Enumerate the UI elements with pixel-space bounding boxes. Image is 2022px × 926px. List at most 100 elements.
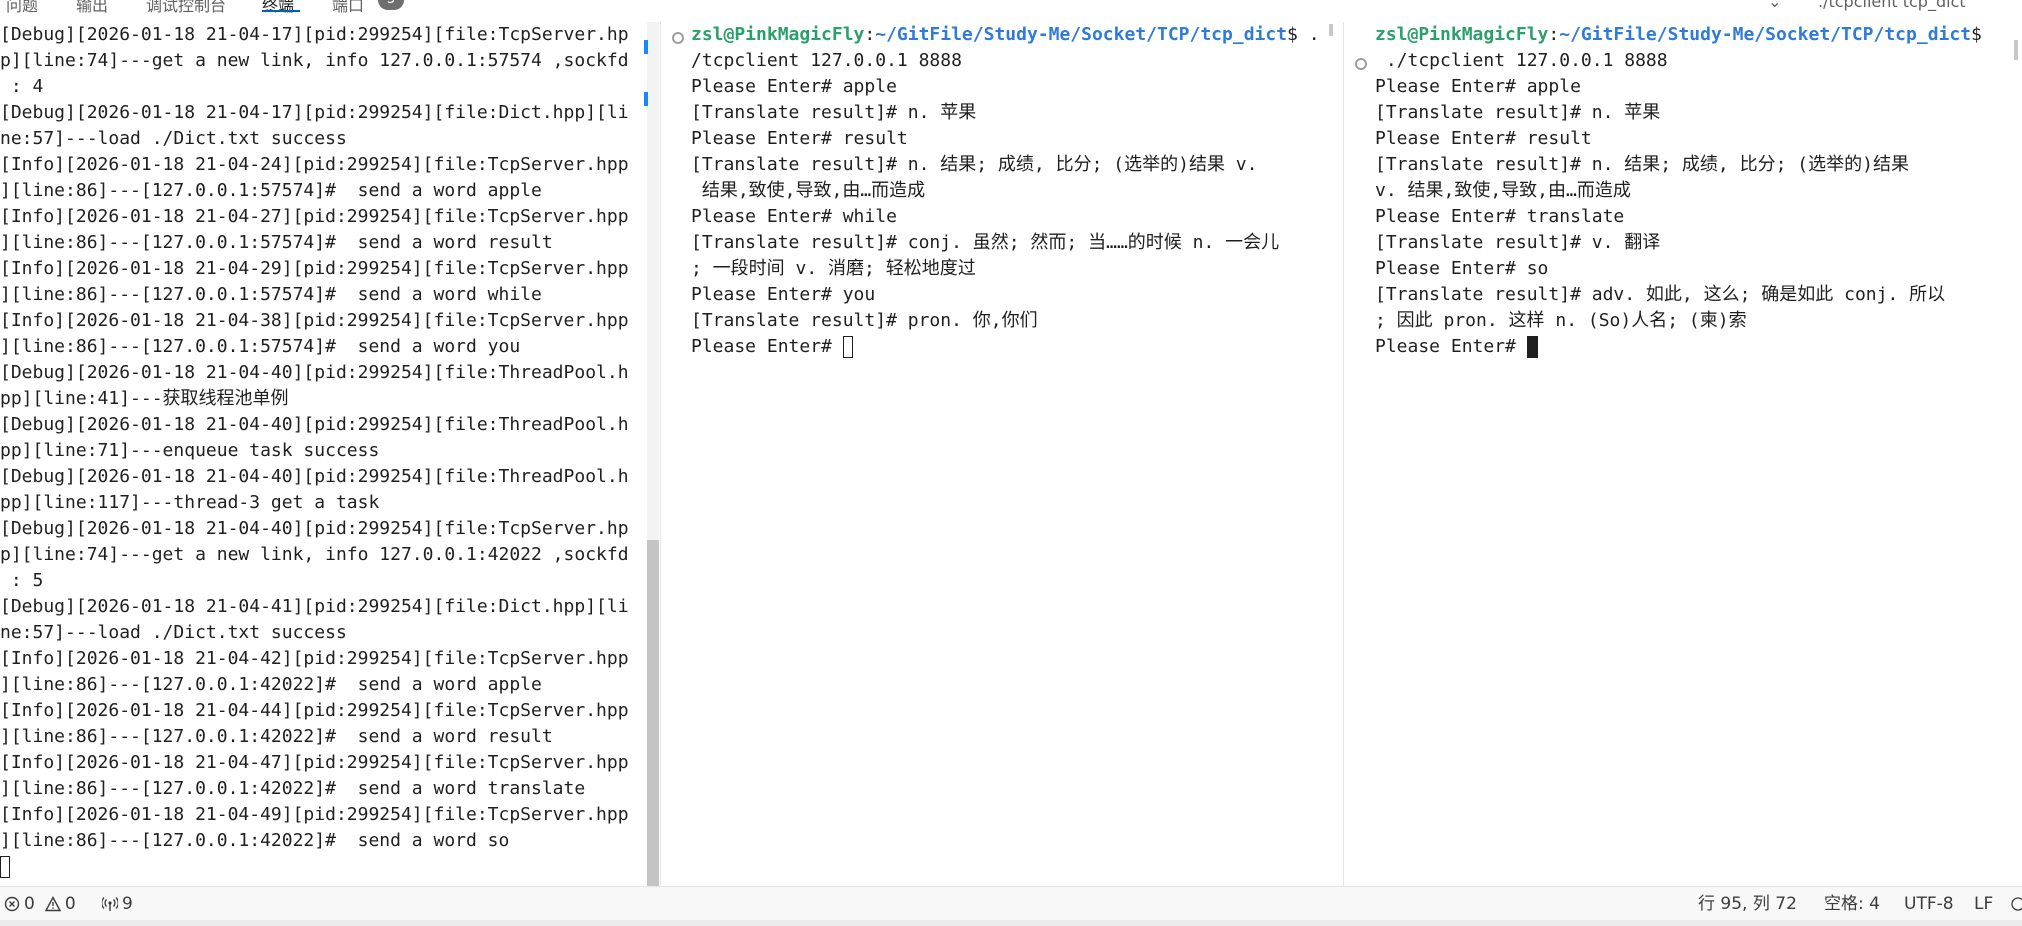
server-terminal-line: [Info][2026-01-18 21-04-24][pid:299254][… bbox=[0, 154, 629, 175]
server-terminal-line: [Debug][2026-01-18 21-04-17][pid:299254]… bbox=[0, 102, 629, 123]
server-terminal-line: [Debug][2026-01-18 21-04-17][pid:299254]… bbox=[0, 24, 629, 45]
scrollbar-marker bbox=[644, 92, 648, 106]
prompt-path: ~/GitFile/Study-Me/Socket/TCP/tcp_dict bbox=[875, 24, 1288, 45]
broadcast-icon bbox=[102, 897, 118, 911]
eol-setting[interactable]: LF bbox=[1974, 887, 1993, 921]
error-count: 0 bbox=[24, 894, 35, 914]
client2-terminal-line: Please Enter# apple bbox=[1375, 76, 1581, 97]
tab-ports[interactable]: 端口 bbox=[332, 0, 364, 14]
client2-terminal-line: v. 结果,致使,导致,由…而造成 bbox=[1375, 180, 1631, 201]
terminal-instance-title[interactable]: ./tcpclient tcp_dict bbox=[1818, 0, 1966, 11]
prompt-user: zsl@PinkMagicFly bbox=[1375, 24, 1549, 45]
server-terminal-line: ][line:86]---[127.0.0.1:42022]# send a w… bbox=[0, 778, 586, 799]
server-terminal-line: [Info][2026-01-18 21-04-42][pid:299254][… bbox=[0, 648, 629, 669]
pane-sash[interactable] bbox=[660, 22, 661, 886]
client-terminal-2[interactable]: zsl@PinkMagicFly:~/GitFile/Study-Me/Sock… bbox=[1345, 22, 2022, 886]
terminal-cursor bbox=[0, 856, 10, 878]
server-terminal-line: [Info][2026-01-18 21-04-38][pid:299254][… bbox=[0, 310, 629, 331]
tab-debug-console[interactable]: 调试控制台 bbox=[146, 0, 226, 14]
ports-count: 9 bbox=[122, 894, 133, 914]
client2-terminal-line: ; 因此 pron. 这样 n. (So)人名; (柬)索 bbox=[1375, 310, 1747, 331]
client2-terminal-line: Please Enter# translate bbox=[1375, 206, 1625, 227]
client1-terminal-line: [Translate result]# conj. 虽然; 然而; 当……的时候… bbox=[691, 232, 1280, 253]
scrollbar-marker bbox=[1329, 24, 1333, 36]
client1-terminal-line: [Translate result]# n. 结果; 成绩, 比分; (选举的)… bbox=[691, 154, 1258, 175]
server-terminal-line: [Info][2026-01-18 21-04-47][pid:299254][… bbox=[0, 752, 629, 773]
error-icon bbox=[4, 896, 20, 912]
client2-terminal-line: [Translate result]# n. 结果; 成绩, 比分; (选举的)… bbox=[1375, 154, 1909, 175]
command-decoration-icon[interactable] bbox=[672, 32, 684, 44]
server-terminal-cursor-line bbox=[0, 854, 658, 880]
terminal-cursor bbox=[1526, 336, 1538, 358]
server-terminal-line: : 4 bbox=[0, 76, 44, 97]
server-terminal-line: [Info][2026-01-18 21-04-27][pid:299254][… bbox=[0, 206, 629, 227]
panel-tab-strip: 问题 输出 调试控制台 终端 端口 3 ⌄ ./tcpclient tcp_di… bbox=[0, 0, 2022, 14]
client2-terminal-line: [Translate result]# adv. 如此, 这么; 确是如此 co… bbox=[1375, 284, 1946, 305]
server-terminal-line: p][line:74]---get a new link, info 127.0… bbox=[0, 50, 629, 71]
server-terminal-line: [Info][2026-01-18 21-04-49][pid:299254][… bbox=[0, 804, 629, 825]
prompt-tail: $ bbox=[1971, 24, 1982, 45]
client1-terminal-line: [Translate result]# n. 苹果 bbox=[691, 102, 977, 123]
problems-status[interactable]: 0 0 bbox=[4, 887, 76, 921]
server-terminal-output: [Debug][2026-01-18 21-04-17][pid:299254]… bbox=[0, 22, 658, 854]
client1-terminal-line: 结果,致使,导致,由…而造成 bbox=[691, 180, 926, 201]
client1-terminal-line: [Translate result]# pron. 你,你们 bbox=[691, 310, 1038, 331]
window-bottom-edge bbox=[0, 920, 2022, 926]
client2-terminal-line: [Translate result]# v. 翻译 bbox=[1375, 232, 1661, 253]
active-tab-indicator bbox=[262, 10, 300, 12]
indentation-setting[interactable]: 空格: 4 bbox=[1824, 887, 1880, 921]
server-terminal-line: ][line:86]---[127.0.0.1:57574]# send a w… bbox=[0, 284, 542, 305]
server-terminal-line: [Debug][2026-01-18 21-04-40][pid:299254]… bbox=[0, 466, 629, 487]
client2-terminal-line: Please Enter# so bbox=[1375, 258, 1549, 279]
prompt-tail: $ . bbox=[1287, 24, 1320, 45]
client2-current-line: Please Enter# bbox=[1375, 334, 2022, 360]
server-terminal-line: ][line:86]---[127.0.0.1:42022]# send a w… bbox=[0, 830, 510, 851]
scrollbar-marker bbox=[644, 40, 648, 54]
server-terminal-scrollbar-thumb[interactable] bbox=[647, 540, 659, 886]
ports-status[interactable]: 9 bbox=[102, 887, 133, 921]
status-bar: 0 0 9 行 95, 列 72 空格: 4 UTF-8 LF bbox=[0, 886, 2022, 921]
client-terminal-1[interactable]: zsl@PinkMagicFly:~/GitFile/Study-Me/Sock… bbox=[662, 22, 1342, 886]
current-prompt: Please Enter# bbox=[691, 336, 843, 357]
server-terminal-line: ][line:86]---[127.0.0.1:57574]# send a w… bbox=[0, 232, 553, 253]
server-terminal-line: ne:57]---load ./Dict.txt success bbox=[0, 622, 347, 643]
encoding-setting[interactable]: UTF-8 bbox=[1904, 887, 1954, 921]
client1-terminal-line: Please Enter# you bbox=[691, 284, 876, 305]
warning-count: 0 bbox=[64, 894, 76, 914]
chevron-down-icon[interactable]: ⌄ bbox=[1768, 0, 1781, 11]
server-terminal-line: pp][line:71]---enqueue task success bbox=[0, 440, 380, 461]
server-terminal-line: pp][line:117]---thread-3 get a task bbox=[0, 492, 380, 513]
prompt-separator: : bbox=[864, 24, 876, 45]
client1-terminal-line: Please Enter# result bbox=[691, 128, 908, 149]
ports-badge: 3 bbox=[378, 0, 404, 10]
server-terminal-line: [Debug][2026-01-18 21-04-40][pid:299254]… bbox=[0, 362, 629, 383]
client1-terminal-line: /tcpclient 127.0.0.1 8888 bbox=[691, 50, 962, 71]
prompt-separator: : bbox=[1548, 24, 1560, 45]
client2-terminal-line: ./tcpclient 127.0.0.1 8888 bbox=[1375, 50, 1668, 71]
server-terminal-line: [Info][2026-01-18 21-04-29][pid:299254][… bbox=[0, 258, 629, 279]
tab-output[interactable]: 输出 bbox=[76, 0, 108, 14]
server-terminal-line: ][line:86]---[127.0.0.1:42022]# send a w… bbox=[0, 674, 542, 695]
client1-terminal-line: ; 一段时间 v. 消磨; 轻松地度过 bbox=[691, 258, 976, 279]
prompt-user: zsl@PinkMagicFly bbox=[691, 24, 865, 45]
server-terminal-line: ][line:86]---[127.0.0.1:57574]# send a w… bbox=[0, 180, 542, 201]
client1-terminal-line: Please Enter# apple bbox=[691, 76, 897, 97]
warning-icon bbox=[44, 896, 61, 912]
client1-current-line: Please Enter# bbox=[691, 334, 1342, 360]
client1-prompt-line: zsl@PinkMagicFly:~/GitFile/Study-Me/Sock… bbox=[691, 22, 1342, 48]
command-decoration-icon[interactable] bbox=[1355, 58, 1367, 70]
pane-sash[interactable] bbox=[1343, 22, 1344, 886]
current-prompt: Please Enter# bbox=[1375, 336, 1527, 357]
server-terminal-line: : 5 bbox=[0, 570, 44, 591]
terminal-cursor bbox=[842, 336, 853, 358]
server-terminal-line: [Debug][2026-01-18 21-04-40][pid:299254]… bbox=[0, 414, 629, 435]
cursor-position[interactable]: 行 95, 列 72 bbox=[1698, 887, 1797, 921]
client2-prompt-line: zsl@PinkMagicFly:~/GitFile/Study-Me/Sock… bbox=[1375, 22, 2022, 48]
client2-terminal-output: ./tcpclient 127.0.0.1 8888 Please Enter# … bbox=[1375, 48, 2022, 334]
server-terminal[interactable]: [Debug][2026-01-18 21-04-17][pid:299254]… bbox=[0, 22, 658, 886]
client2-terminal-line: Please Enter# result bbox=[1375, 128, 1592, 149]
tab-problems[interactable]: 问题 bbox=[6, 0, 38, 14]
prompt-path: ~/GitFile/Study-Me/Socket/TCP/tcp_dict bbox=[1559, 24, 1972, 45]
server-terminal-line: [Debug][2026-01-18 21-04-41][pid:299254]… bbox=[0, 596, 629, 617]
feedback-icon[interactable] bbox=[2010, 887, 2022, 921]
